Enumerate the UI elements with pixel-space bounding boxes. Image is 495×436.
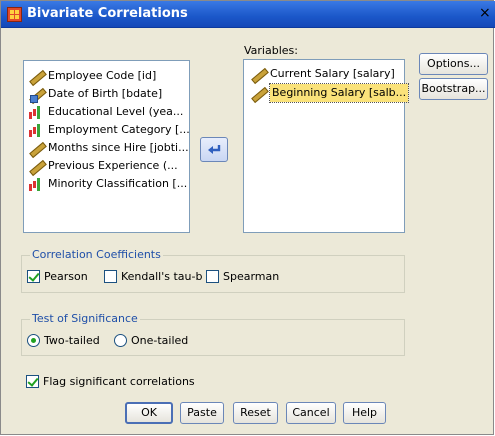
variables-list[interactable]: Current Salary [salary] Beginning Salary… xyxy=(243,59,410,233)
ruler-icon xyxy=(28,159,44,173)
variables-label: Variables: xyxy=(244,44,298,57)
pearson-label[interactable]: Pearson xyxy=(44,270,88,283)
bar-chart-icon xyxy=(28,105,44,119)
kendall-label[interactable]: Kendall's tau-b xyxy=(121,270,202,283)
ruler-icon xyxy=(250,86,266,100)
bivariate-correlations-dialog: Bivariate Correlations × Employee Code [… xyxy=(0,0,495,435)
close-icon[interactable]: × xyxy=(479,5,491,21)
group-legend: Correlation Coefficients xyxy=(30,248,163,261)
flag-significant-checkbox[interactable] xyxy=(26,375,39,388)
one-tailed-radio[interactable] xyxy=(114,334,127,347)
ok-button[interactable]: OK xyxy=(125,402,173,424)
reset-button[interactable]: Reset xyxy=(233,402,278,424)
app-icon xyxy=(7,7,22,22)
ruler-icon xyxy=(28,69,44,83)
bar-chart-icon xyxy=(28,123,44,137)
test-of-significance-group: Test of Significance Two-tailed One-tail… xyxy=(21,312,405,356)
pearson-checkbox[interactable] xyxy=(27,270,40,283)
ruler-icon xyxy=(250,67,266,81)
spearman-label[interactable]: Spearman xyxy=(223,270,279,283)
title-bar[interactable]: Bivariate Correlations × xyxy=(1,1,495,28)
source-variable-list[interactable]: Employee Code [id] Date of Birth [bdate]… xyxy=(23,60,190,233)
two-tailed-radio[interactable] xyxy=(27,334,40,347)
kendall-checkbox[interactable] xyxy=(104,270,117,283)
spearman-checkbox[interactable] xyxy=(206,270,219,283)
cancel-button[interactable]: Cancel xyxy=(286,402,336,424)
arrow-right-icon xyxy=(208,145,221,154)
options-button[interactable]: Options... xyxy=(419,53,488,75)
ruler-icon xyxy=(28,141,44,155)
flag-significant-label[interactable]: Flag significant correlations xyxy=(43,375,195,388)
help-button[interactable]: Help xyxy=(343,402,386,424)
paste-button[interactable]: Paste xyxy=(180,402,224,424)
bootstrap-button[interactable]: Bootstrap... xyxy=(419,78,488,100)
window-title: Bivariate Correlations xyxy=(27,6,188,21)
two-tailed-label[interactable]: Two-tailed xyxy=(44,334,100,347)
group-legend: Test of Significance xyxy=(30,312,140,325)
one-tailed-label[interactable]: One-tailed xyxy=(131,334,188,347)
move-arrow-button[interactable] xyxy=(200,137,228,162)
bar-chart-icon xyxy=(28,177,44,191)
correlation-coefficients-group: Correlation Coefficients Pearson Kendall… xyxy=(21,248,405,293)
date-ruler-icon xyxy=(28,87,44,103)
